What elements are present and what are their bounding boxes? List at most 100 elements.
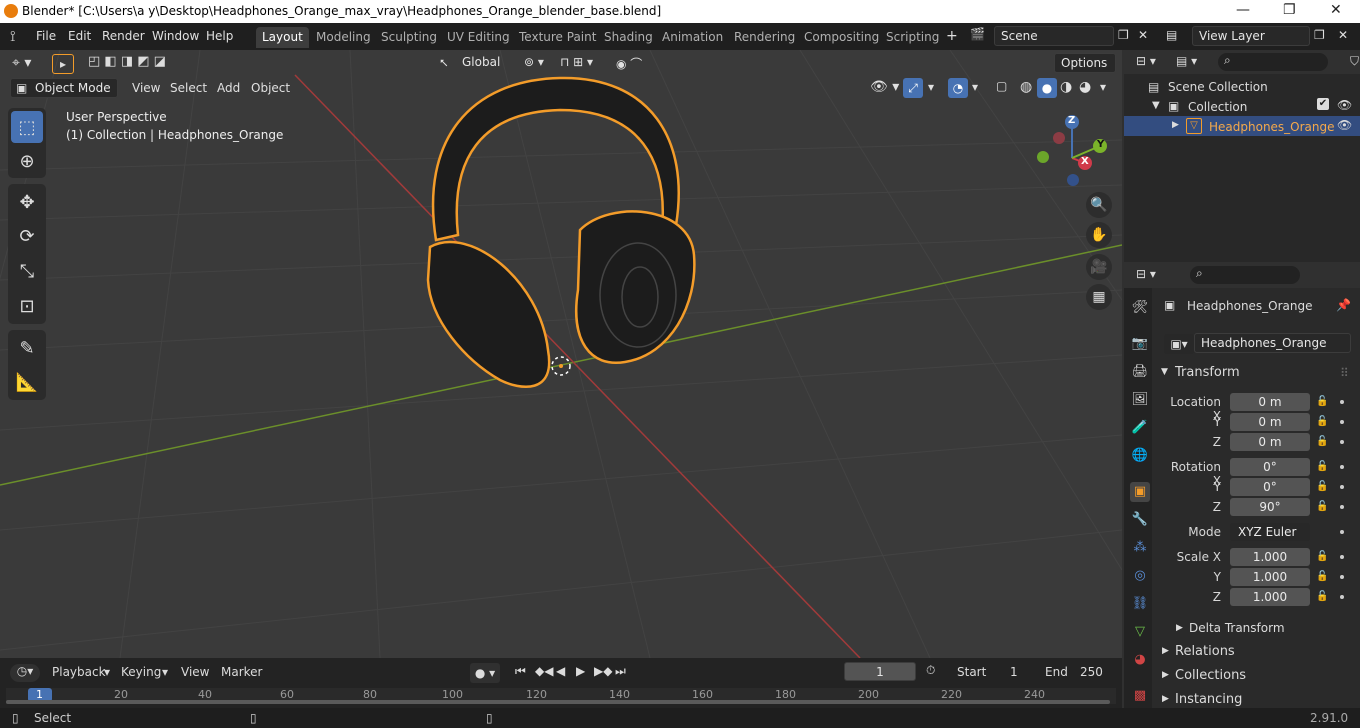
rotation-y-field[interactable]: 0° bbox=[1230, 478, 1310, 496]
rotation-mode-dropdown[interactable]: XYZ Euler bbox=[1230, 523, 1310, 541]
frame-start-field[interactable]: 1 bbox=[1010, 665, 1018, 679]
view-layer-new-icon[interactable]: ❐ bbox=[1314, 28, 1325, 42]
view-layer-field[interactable]: View Layer bbox=[1192, 26, 1310, 46]
menu-object[interactable]: Object bbox=[251, 81, 290, 95]
transform-panel-header[interactable]: Transform bbox=[1175, 365, 1240, 380]
prev-keyframe-icon[interactable]: ◆◀ bbox=[535, 664, 553, 678]
tab-uv-editing[interactable]: UV Editing bbox=[441, 27, 516, 48]
lock-icon[interactable]: 🔓 bbox=[1316, 481, 1328, 492]
scale-y-field[interactable]: 1.000 bbox=[1230, 568, 1310, 586]
menu-window[interactable]: Window bbox=[152, 29, 199, 43]
measure-tool-icon[interactable]: 📐 bbox=[11, 366, 43, 398]
lock-icon[interactable]: 🔓 bbox=[1316, 501, 1328, 512]
collections-expand-icon[interactable]: ▶ bbox=[1162, 670, 1169, 680]
annotate-tool-icon[interactable]: ✎ bbox=[11, 332, 43, 364]
transform-expand-icon[interactable]: ▼ bbox=[1161, 367, 1168, 377]
select-box-tool-icon[interactable]: ⬚ bbox=[11, 111, 43, 143]
play-icon[interactable]: ▶ bbox=[576, 664, 585, 678]
ortho-toggle-icon[interactable]: ▦ bbox=[1086, 284, 1112, 310]
playback-dropdown-icon[interactable]: ▾ bbox=[104, 665, 110, 679]
scene-icon[interactable]: 🎬 bbox=[970, 27, 985, 41]
object-name-field[interactable]: Headphones_Orange bbox=[1194, 333, 1351, 353]
gizmo-dropdown-icon[interactable]: ▾ bbox=[928, 80, 934, 94]
timeline-view-menu[interactable]: View bbox=[181, 665, 209, 679]
select-tool-mode-icon[interactable]: ▸ bbox=[52, 54, 74, 74]
scale-z-field[interactable]: 1.000 bbox=[1230, 588, 1310, 606]
tab-texture-paint[interactable]: Texture Paint bbox=[513, 27, 602, 48]
rotation-z-field[interactable]: 90° bbox=[1230, 498, 1310, 516]
current-frame-field[interactable]: 1 bbox=[844, 662, 916, 681]
snap-icon[interactable]: ⊓ ⊞ ▾ bbox=[560, 55, 593, 69]
xray-icon[interactable]: ▢ bbox=[996, 79, 1007, 93]
object-visibility-icon[interactable]: 👁 bbox=[1337, 118, 1352, 132]
outliner-search-input[interactable]: ⌕ bbox=[1218, 53, 1328, 71]
add-workspace-icon[interactable]: + bbox=[946, 28, 958, 44]
menu-render[interactable]: Render bbox=[102, 29, 145, 43]
collection-visibility-icon[interactable]: 👁 bbox=[1337, 98, 1352, 112]
gizmo-toggle-icon[interactable]: ⤢ bbox=[903, 78, 923, 98]
instancing-expand-icon[interactable]: ▶ bbox=[1162, 694, 1169, 704]
tab-animation[interactable]: Animation bbox=[656, 27, 729, 48]
collection-checkbox-icon[interactable]: ✔ bbox=[1317, 98, 1329, 110]
gizmo-z-label[interactable]: Z bbox=[1068, 115, 1075, 126]
gizmo-x-label[interactable]: X bbox=[1081, 156, 1089, 167]
visibility-icon[interactable]: 👁 ▾ bbox=[870, 79, 899, 95]
marker-menu[interactable]: Marker bbox=[221, 665, 262, 679]
drag-handle-icon[interactable]: ⠿ bbox=[1340, 366, 1349, 380]
rotation-x-field[interactable]: 0° bbox=[1230, 458, 1310, 476]
3d-viewport[interactable]: Z Z X Y ⌖ ▾ ▸ ◰ ◧ ◨ ◩ ◪ ⭦ Global ⊚ ▾ ⊓ ⊞… bbox=[0, 50, 1122, 658]
keyframe-dot-icon[interactable] bbox=[1340, 575, 1344, 579]
keyframe-dot-icon[interactable] bbox=[1340, 420, 1344, 424]
preview-range-icon[interactable]: ⏱ bbox=[926, 663, 935, 678]
orientation-dropdown[interactable]: Global bbox=[456, 53, 514, 73]
lock-icon[interactable]: 🔓 bbox=[1316, 591, 1328, 602]
pivot-icon[interactable]: ⊚ ▾ bbox=[524, 55, 544, 69]
menu-view[interactable]: View bbox=[132, 81, 160, 95]
playback-menu[interactable]: Playback bbox=[52, 665, 106, 679]
properties-editor-icon[interactable]: ⊟ ▾ bbox=[1136, 267, 1156, 281]
record-icon[interactable]: ● ▾ bbox=[470, 663, 500, 683]
world-tab-icon[interactable]: 🌐 bbox=[1130, 446, 1150, 466]
menu-help[interactable]: Help bbox=[206, 29, 233, 43]
timeline-scrollbar[interactable] bbox=[6, 700, 1110, 704]
rotate-tool-icon[interactable]: ⟳ bbox=[11, 220, 43, 252]
keying-menu[interactable]: Keying bbox=[121, 665, 161, 679]
keying-dropdown-icon[interactable]: ▾ bbox=[162, 665, 168, 679]
location-y-field[interactable]: 0 m bbox=[1230, 413, 1310, 431]
editor-type-icon[interactable]: ⌖ ▾ bbox=[12, 55, 31, 71]
outliner-collection[interactable]: Collection bbox=[1188, 100, 1247, 114]
frame-end-field[interactable]: 250 bbox=[1080, 665, 1103, 679]
scene-remove-icon[interactable]: ✕ bbox=[1138, 28, 1148, 42]
particles-tab-icon[interactable]: ⁂ bbox=[1130, 538, 1150, 558]
texture-tab-icon[interactable]: ▩ bbox=[1130, 686, 1150, 706]
gizmo-y-label[interactable]: Y bbox=[1097, 139, 1104, 150]
delta-expand-icon[interactable]: ▶ bbox=[1176, 623, 1183, 633]
pin-icon[interactable]: 📌 bbox=[1336, 298, 1351, 312]
object-data-icon[interactable]: ▣▾ bbox=[1164, 334, 1194, 354]
object-expand-icon[interactable]: ▶ bbox=[1172, 120, 1179, 130]
delta-transform-panel[interactable]: Delta Transform bbox=[1189, 621, 1285, 635]
close-button[interactable]: ✕ bbox=[1330, 2, 1342, 18]
keyframe-dot-icon[interactable] bbox=[1340, 530, 1344, 534]
keyframe-dot-icon[interactable] bbox=[1340, 595, 1344, 599]
zoom-icon[interactable]: 🔍 bbox=[1086, 192, 1112, 218]
selection-modes-icon[interactable]: ◰ ◧ ◨ ◩ ◪ bbox=[88, 54, 184, 74]
menu-select[interactable]: Select bbox=[170, 81, 207, 95]
menu-add[interactable]: Add bbox=[217, 81, 240, 95]
keyframe-dot-icon[interactable] bbox=[1340, 440, 1344, 444]
location-x-field[interactable]: 0 m bbox=[1230, 393, 1310, 411]
constraints-tab-icon[interactable]: ⛓ bbox=[1130, 594, 1150, 614]
shading-solid-icon[interactable]: ● bbox=[1037, 78, 1057, 98]
tab-sculpting[interactable]: Sculpting bbox=[375, 27, 443, 48]
shading-material-icon[interactable]: ◑ bbox=[1060, 79, 1072, 95]
shading-wireframe-icon[interactable]: ◍ bbox=[1020, 79, 1032, 95]
tab-shading[interactable]: Shading bbox=[598, 27, 659, 48]
maximize-button[interactable]: ❐ bbox=[1283, 2, 1296, 18]
proportional-edit-icon[interactable]: ◉ ⌒ bbox=[616, 55, 642, 72]
lock-icon[interactable]: 🔓 bbox=[1316, 436, 1328, 447]
overlays-dropdown-icon[interactable]: ▾ bbox=[972, 80, 978, 94]
view-layer-icon[interactable]: ▤ bbox=[1166, 28, 1177, 42]
timeline-editor-icon[interactable]: ◷▾ bbox=[10, 664, 40, 682]
outliner-scene-collection[interactable]: Scene Collection bbox=[1168, 80, 1268, 94]
tool-tab-icon[interactable]: 🛠 bbox=[1130, 298, 1150, 318]
